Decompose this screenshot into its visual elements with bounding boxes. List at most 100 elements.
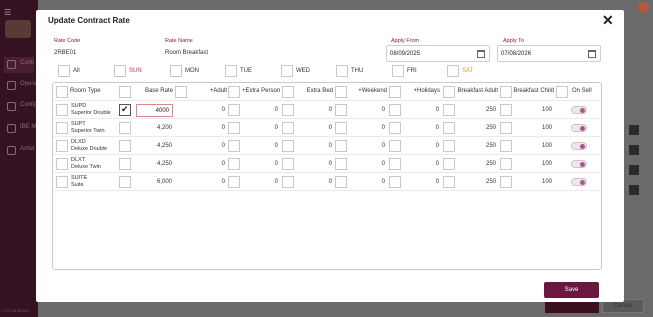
apply-to-label: Apply To	[503, 38, 524, 44]
column-header: Breakfast Adult	[457, 88, 498, 94]
contract-icon	[7, 60, 16, 69]
cell-checkbox[interactable]	[335, 176, 347, 188]
row-select-checkbox[interactable]	[119, 104, 131, 116]
breakfast-child-value: 100	[541, 179, 552, 185]
header-checkbox[interactable]	[335, 86, 347, 98]
calendar-icon[interactable]	[477, 50, 485, 58]
apply-from-field[interactable]: 08/09/2025	[386, 45, 490, 62]
sidebar-item-ibe[interactable]: IBE M	[4, 121, 37, 137]
weekend-value: 0	[381, 179, 385, 185]
sidebar-item-operations[interactable]: Opera	[4, 78, 37, 94]
row-select-checkbox[interactable]	[119, 122, 131, 134]
cell-checkbox[interactable]	[389, 140, 401, 152]
on-sell-toggle[interactable]	[571, 160, 587, 168]
row-select-checkbox[interactable]	[119, 140, 131, 152]
toggle-knob	[580, 162, 585, 167]
settings-icon	[7, 102, 16, 111]
day-checkbox[interactable]	[114, 65, 126, 77]
cell-checkbox[interactable]	[443, 122, 455, 134]
day-label: WED	[296, 68, 310, 74]
header-checkbox[interactable]	[228, 86, 240, 98]
header-checkbox[interactable]	[443, 86, 455, 98]
cell-checkbox[interactable]	[282, 176, 294, 188]
cell-checkbox[interactable]	[56, 140, 68, 152]
cell-checkbox[interactable]	[228, 104, 240, 116]
calendar-icon[interactable]	[588, 50, 596, 58]
cell-checkbox[interactable]	[335, 158, 347, 170]
table-divider	[53, 100, 601, 101]
header-checkbox[interactable]	[500, 86, 512, 98]
sidebar-item-label: IBE M	[20, 124, 37, 130]
cell-checkbox[interactable]	[443, 176, 455, 188]
column-header: +Extra Person	[242, 88, 281, 94]
header-checkbox[interactable]	[389, 86, 401, 98]
cell-checkbox[interactable]	[56, 158, 68, 170]
cell-checkbox[interactable]	[56, 176, 68, 188]
day-checkbox[interactable]	[281, 65, 293, 77]
header-checkbox[interactable]	[119, 86, 131, 98]
sidebar-item-contracts[interactable]: Conti	[4, 57, 34, 73]
cell-checkbox[interactable]	[335, 140, 347, 152]
table-divider	[53, 136, 601, 137]
cell-checkbox[interactable]	[282, 104, 294, 116]
cell-checkbox[interactable]	[500, 104, 512, 116]
day-checkbox[interactable]	[170, 65, 182, 77]
room-code: SUPD	[71, 103, 87, 109]
header-checkbox[interactable]	[56, 86, 68, 98]
menu-icon[interactable]: ☰	[4, 8, 11, 17]
apply-to-field[interactable]: 07/08/2026	[497, 45, 601, 62]
on-sell-toggle[interactable]	[571, 106, 587, 114]
cell-checkbox[interactable]	[228, 122, 240, 134]
cell-checkbox[interactable]	[443, 104, 455, 116]
save-button[interactable]: Save	[544, 282, 599, 298]
cell-checkbox[interactable]	[228, 158, 240, 170]
cell-checkbox[interactable]	[389, 104, 401, 116]
bg-row-icon	[629, 125, 639, 135]
day-checkbox[interactable]	[225, 65, 237, 77]
sidebar: ☰ Conti Opera Config IBE M Activi v 1.0.…	[0, 0, 38, 317]
toggle-knob	[580, 144, 585, 149]
header-checkbox[interactable]	[282, 86, 294, 98]
row-select-checkbox[interactable]	[119, 176, 131, 188]
day-checkbox[interactable]	[58, 65, 70, 77]
sidebar-item-activity[interactable]: Activi	[4, 143, 34, 159]
toggle-knob	[580, 180, 585, 185]
cell-checkbox[interactable]	[335, 122, 347, 134]
close-icon[interactable]: ✕	[602, 12, 614, 29]
cell-checkbox[interactable]	[228, 176, 240, 188]
cell-checkbox[interactable]	[443, 140, 455, 152]
header-checkbox[interactable]	[556, 86, 568, 98]
cell-checkbox[interactable]	[500, 122, 512, 134]
cell-checkbox[interactable]	[500, 176, 512, 188]
avatar[interactable]	[638, 2, 649, 13]
cell-checkbox[interactable]	[282, 140, 294, 152]
cell-checkbox[interactable]	[500, 158, 512, 170]
on-sell-toggle[interactable]	[571, 124, 587, 132]
day-checkbox[interactable]	[447, 65, 459, 77]
adult-value: 0	[221, 107, 225, 113]
cell-checkbox[interactable]	[389, 158, 401, 170]
cell-checkbox[interactable]	[282, 122, 294, 134]
sidebar-item-label: Activi	[20, 146, 35, 152]
cell-checkbox[interactable]	[228, 140, 240, 152]
day-checkbox[interactable]	[392, 65, 404, 77]
sidebar-item-configuration[interactable]: Config	[4, 99, 37, 115]
extra-bed-value: 0	[328, 125, 332, 131]
cell-checkbox[interactable]	[56, 104, 68, 116]
cell-checkbox[interactable]	[500, 140, 512, 152]
base-rate-input[interactable]: 4000	[136, 104, 173, 117]
cell-checkbox[interactable]	[389, 176, 401, 188]
cell-checkbox[interactable]	[56, 122, 68, 134]
on-sell-toggle[interactable]	[571, 178, 587, 186]
header-checkbox[interactable]	[175, 86, 187, 98]
on-sell-toggle[interactable]	[571, 142, 587, 150]
cell-checkbox[interactable]	[443, 158, 455, 170]
cell-checkbox[interactable]	[335, 104, 347, 116]
base-rate-value: 4,200	[156, 125, 172, 131]
weekend-value: 0	[381, 107, 385, 113]
row-select-checkbox[interactable]	[119, 158, 131, 170]
day-checkbox[interactable]	[336, 65, 348, 77]
cell-checkbox[interactable]	[282, 158, 294, 170]
toggle-knob	[580, 126, 585, 131]
cell-checkbox[interactable]	[389, 122, 401, 134]
